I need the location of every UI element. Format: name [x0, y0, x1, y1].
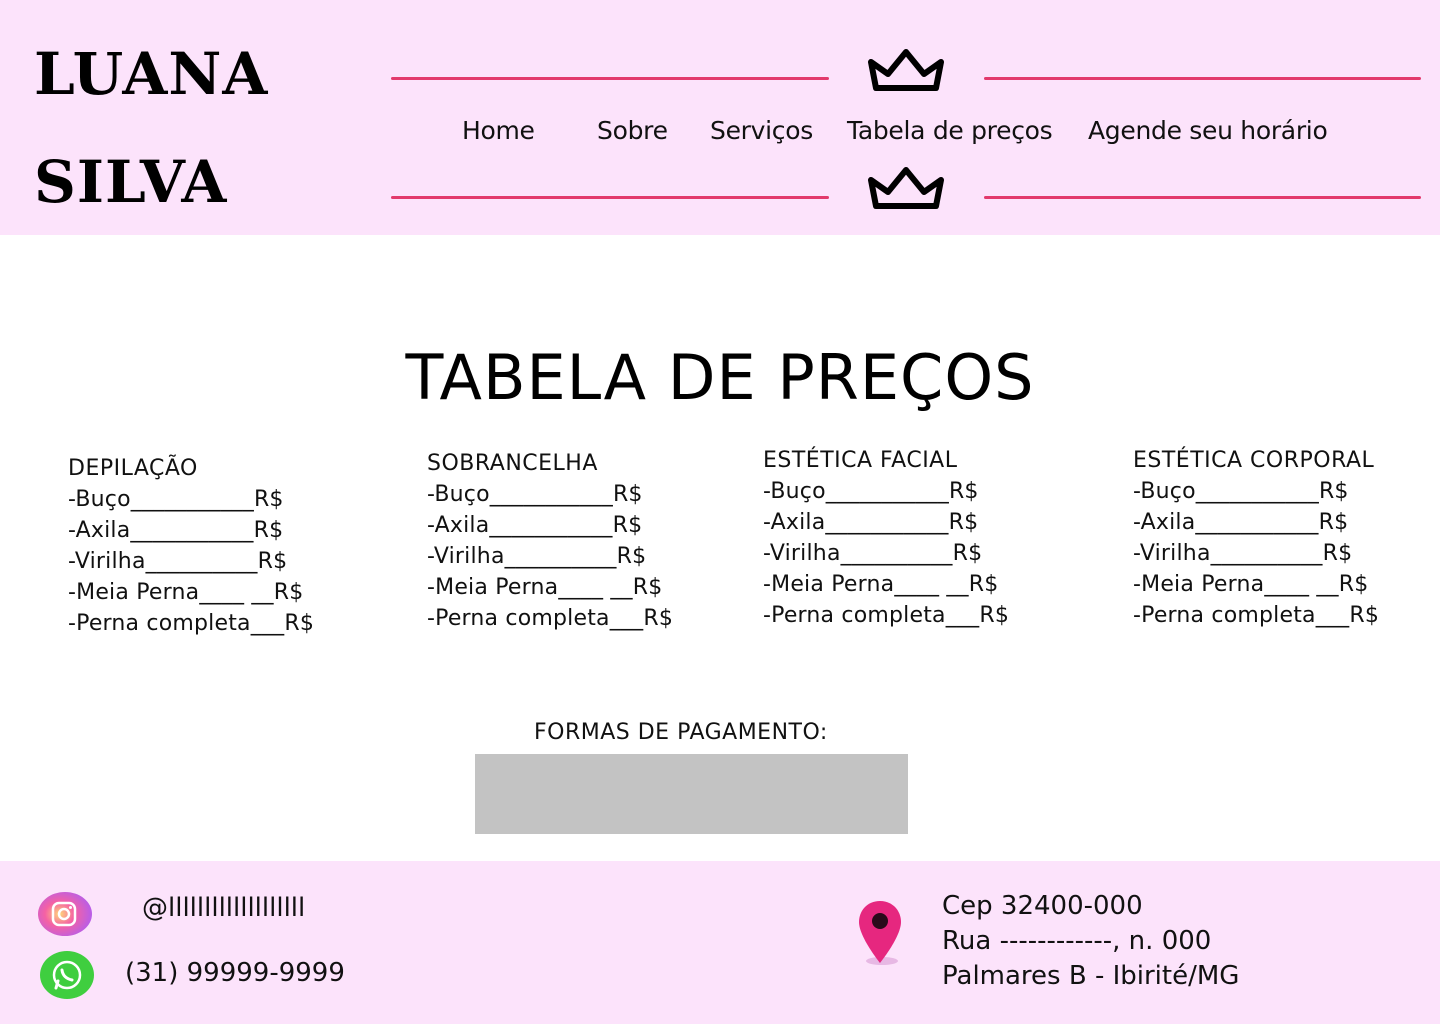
- price-section-estetica-facial: ESTÉTICA FACIAL -Buço___________R$ -Axil…: [763, 445, 1093, 631]
- section-title: ESTÉTICA CORPORAL: [1133, 448, 1375, 473]
- price-line: -Buço___________R$: [427, 482, 643, 507]
- price-line: -Axila___________R$: [427, 513, 643, 538]
- price-line: -Axila___________R$: [1133, 510, 1349, 535]
- bottom-left-divider: [391, 196, 829, 199]
- top-right-divider: [984, 77, 1421, 80]
- nav-sobre[interactable]: Sobre: [597, 118, 668, 143]
- crown-icon: [868, 49, 944, 91]
- price-line: -Virilha__________R$: [68, 549, 288, 574]
- price-line: -Perna completa___R$: [427, 606, 674, 631]
- price-line: -Axila___________R$: [763, 510, 979, 535]
- top-left-divider: [391, 77, 829, 80]
- price-line: -Buço___________R$: [1133, 479, 1349, 504]
- phone-number[interactable]: (31) 99999-9999: [125, 960, 345, 986]
- crown-icon: [868, 167, 944, 209]
- price-line: -Virilha__________R$: [427, 544, 647, 569]
- bottom-right-divider: [984, 196, 1421, 199]
- price-line: -Axila___________R$: [68, 518, 284, 543]
- price-line: -Buço___________R$: [68, 487, 284, 512]
- price-line: -Meia Perna____ __R$: [427, 575, 663, 600]
- payment-methods-placeholder: [475, 754, 908, 834]
- section-title: ESTÉTICA FACIAL: [763, 448, 958, 473]
- section-title: DEPILAÇÃO: [68, 456, 198, 481]
- nav-agende-seu-horario[interactable]: Agende seu horário: [1088, 118, 1328, 143]
- price-line: -Perna completa___R$: [68, 611, 315, 636]
- price-line: -Virilha__________R$: [1133, 541, 1353, 566]
- nav-servicos[interactable]: Serviços: [710, 118, 813, 143]
- brand-name-last[interactable]: SILVA: [34, 153, 227, 211]
- site-header: LUANA SILVA Home Sobre Serviços Tabela d…: [0, 0, 1440, 235]
- nav-tabela-de-precos[interactable]: Tabela de preços: [847, 118, 1053, 143]
- section-title: SOBRANCELHA: [427, 451, 598, 476]
- price-section-depilacao: DEPILAÇÃO -Buço___________R$ -Axila_____…: [68, 453, 398, 639]
- price-line: -Perna completa___R$: [763, 603, 1010, 628]
- location-pin-icon: [859, 901, 901, 965]
- price-line: -Meia Perna____ __R$: [68, 580, 304, 605]
- address-city: Palmares B - Ibirité/MG: [942, 961, 1240, 991]
- nav-home[interactable]: Home: [462, 118, 535, 143]
- price-line: -Perna completa___R$: [1133, 603, 1380, 628]
- brand-name-first[interactable]: LUANA: [34, 45, 268, 103]
- payment-methods-label: FORMAS DE PAGAMENTO:: [534, 720, 828, 745]
- price-section-sobrancelha: SOBRANCELHA -Buço___________R$ -Axila___…: [427, 448, 757, 634]
- instagram-icon[interactable]: [33, 886, 93, 942]
- price-line: -Buço___________R$: [763, 479, 979, 504]
- price-line: -Meia Perna____ __R$: [1133, 572, 1369, 597]
- page-title: TABELA DE PREÇOS: [405, 340, 1035, 414]
- site-footer: @lllllllllllllllllll (31) 99999-9999 Cep…: [0, 861, 1440, 1024]
- whatsapp-icon[interactable]: [37, 947, 97, 1003]
- address-block: Cep 32400-000 Rua ------------, n. 000 P…: [942, 889, 1239, 994]
- price-section-estetica-corporal: ESTÉTICA CORPORAL -Buço___________R$ -Ax…: [1133, 445, 1440, 631]
- address-street: Rua ------------, n. 000: [942, 926, 1212, 956]
- price-line: -Virilha__________R$: [763, 541, 983, 566]
- instagram-handle[interactable]: @lllllllllllllllllll: [142, 895, 305, 921]
- address-cep: Cep 32400-000: [942, 891, 1143, 921]
- price-line: -Meia Perna____ __R$: [763, 572, 999, 597]
